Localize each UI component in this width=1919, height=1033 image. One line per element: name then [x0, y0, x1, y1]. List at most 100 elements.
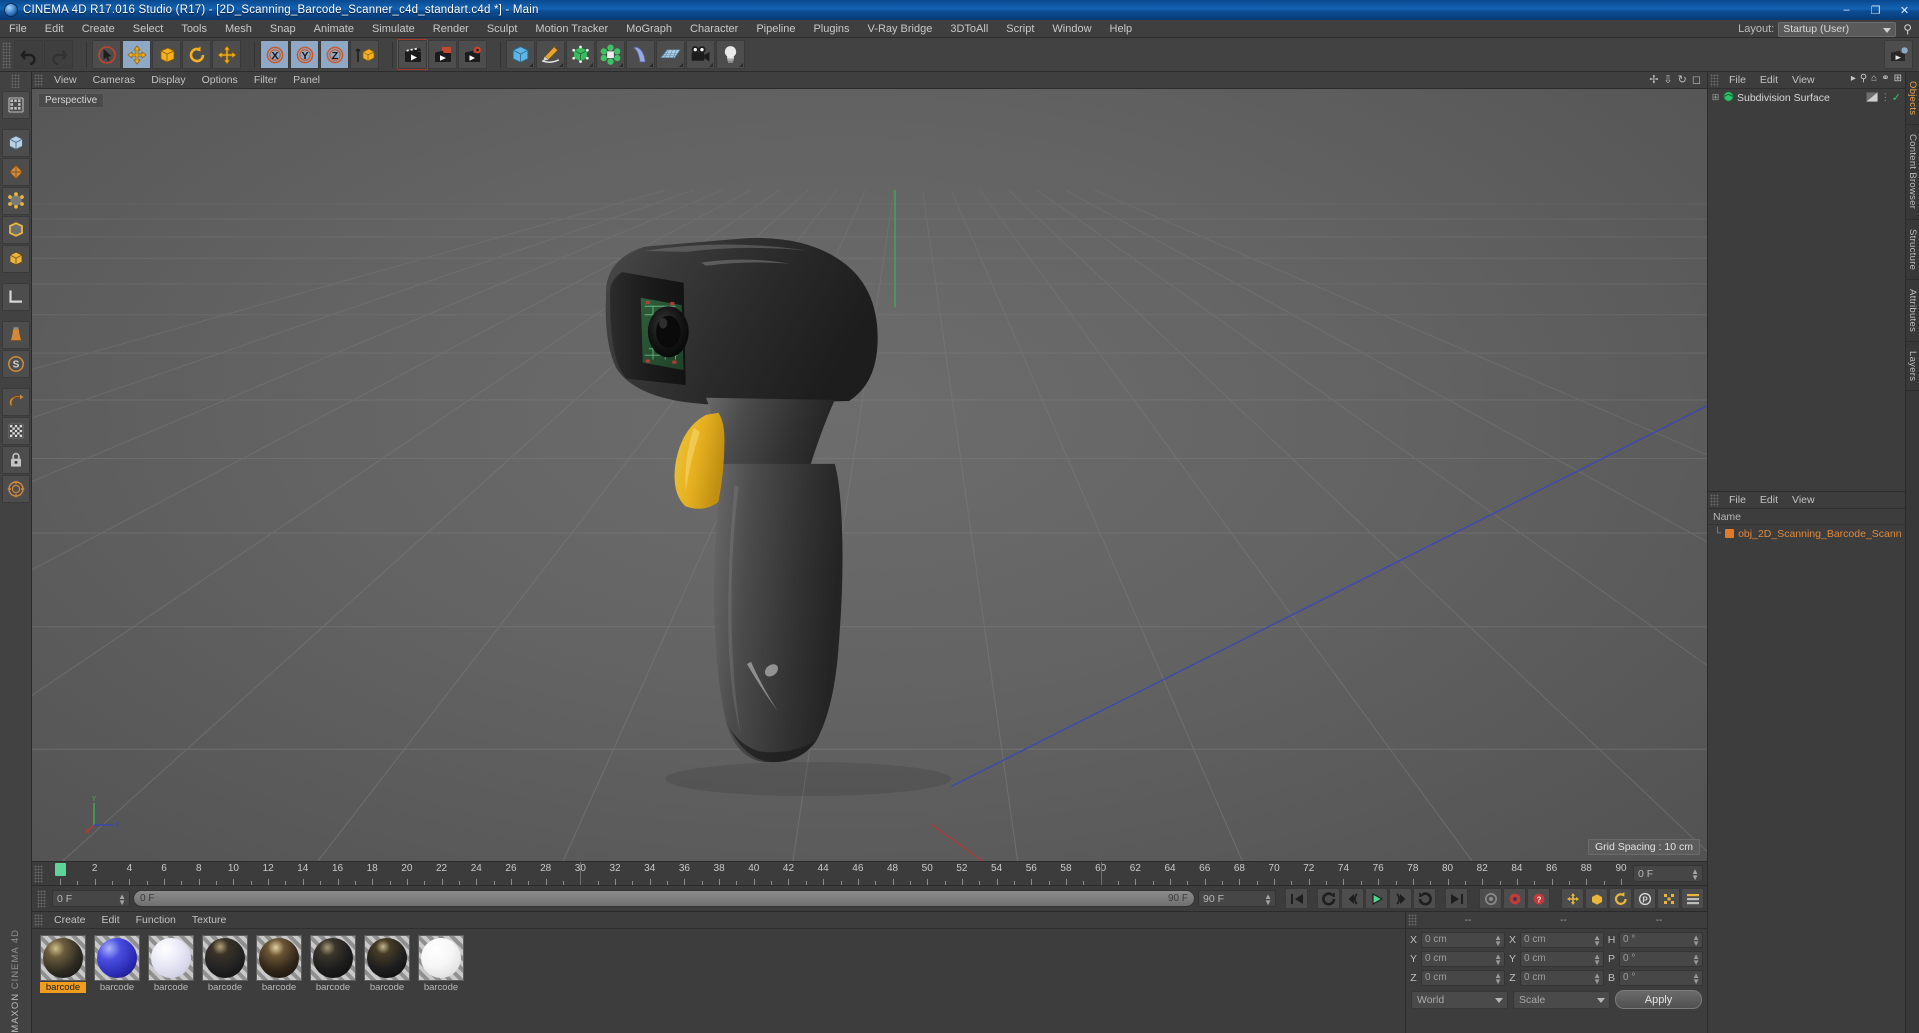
menu-item-edit[interactable]: Edit — [36, 20, 73, 38]
edge-mode-tool[interactable] — [1, 216, 30, 244]
current-frame-field[interactable]: 0 F ▲ ▼ — [52, 890, 130, 907]
attribute-manager-menu-edit[interactable]: Edit — [1753, 492, 1785, 509]
material-item[interactable]: barcode — [148, 935, 194, 993]
keyframe-selection-button[interactable]: ? — [1527, 888, 1550, 909]
maximize-button[interactable]: ❐ — [1861, 0, 1890, 20]
menu-item-select[interactable]: Select — [124, 20, 173, 38]
viewport-menu-view[interactable]: View — [46, 72, 85, 89]
position-x-field[interactable]: 0 cm ▲ ▼ — [1421, 931, 1505, 948]
coordinate-space-dropdown[interactable]: World — [1411, 990, 1508, 1009]
spinner-icon[interactable]: ▲ ▼ — [1692, 933, 1700, 947]
position-y-field[interactable]: 0 cm ▲ ▼ — [1421, 950, 1505, 967]
home-icon[interactable]: ⌂ — [1871, 73, 1877, 84]
rotation-b-field[interactable]: 0 ° ▲ ▼ — [1619, 969, 1703, 986]
attribute-row-object[interactable]: └ obj_2D_Scanning_Barcode_Scann — [1708, 525, 1905, 542]
workplane-align-tool[interactable] — [1, 475, 30, 503]
material-item[interactable]: barcode — [418, 935, 464, 993]
menu-item-mograph[interactable]: MoGraph — [617, 20, 681, 38]
tab-structure[interactable]: Structure — [1906, 220, 1919, 280]
menu-item-help[interactable]: Help — [1101, 20, 1142, 38]
move-axis-tool[interactable] — [212, 40, 241, 69]
play-forward-loop-button[interactable] — [1413, 888, 1436, 909]
material-menu-texture[interactable]: Texture — [184, 912, 234, 929]
spinner-icon[interactable]: ▲ ▼ — [1494, 971, 1502, 985]
next-frame-button[interactable] — [1389, 888, 1412, 909]
timeline-layout-button[interactable] — [1681, 888, 1704, 909]
add-light-object-button[interactable] — [716, 40, 745, 69]
expand-icon[interactable]: ⊞ — [1894, 73, 1902, 84]
autokeying-button[interactable] — [1503, 888, 1526, 909]
viewport-solo-tool[interactable] — [1, 321, 30, 349]
menu-item-pipeline[interactable]: Pipeline — [747, 20, 804, 38]
material-swatch[interactable] — [310, 935, 356, 981]
size-y-field[interactable]: 0 cm ▲ ▼ — [1520, 950, 1604, 967]
spinner-icon[interactable]: ▲ ▼ — [1593, 971, 1601, 985]
dolly-view-icon[interactable]: ⇩ — [1663, 73, 1672, 86]
object-row-subdivision-surface[interactable]: ⊞ Subdivision Surface ⋮ ✓ — [1708, 89, 1905, 106]
undo-button[interactable] — [14, 40, 43, 69]
parameter-key-button[interactable]: P — [1633, 888, 1656, 909]
toolbar-grip[interactable] — [2, 41, 11, 68]
record-active-objects-button[interactable] — [1479, 888, 1502, 909]
size-x-field[interactable]: 0 cm ▲ ▼ — [1520, 931, 1604, 948]
end-frame-field[interactable]: 90 F ▲ ▼ — [1198, 890, 1276, 907]
tab-layers[interactable]: Layers — [1906, 342, 1919, 392]
object-manager-menu-view[interactable]: View — [1785, 72, 1822, 89]
close-button[interactable]: ✕ — [1890, 0, 1919, 20]
redo-button[interactable] — [44, 40, 73, 69]
tab-attributes[interactable]: Attributes — [1906, 280, 1919, 342]
enable-axis-tool[interactable] — [1, 283, 30, 311]
world-object-coordinates-button[interactable] — [350, 40, 379, 69]
point-mode-tool[interactable] — [1, 187, 30, 215]
timeline-grip[interactable] — [34, 865, 43, 883]
more-arrow-icon[interactable]: ▸ — [1851, 73, 1856, 84]
spinner-icon[interactable]: ▲ ▼ — [1494, 933, 1502, 947]
rotation-key-button[interactable] — [1609, 888, 1632, 909]
timeline-frame-field[interactable]: 0 F ▲ ▼ — [1633, 865, 1703, 882]
left-palette-grip[interactable] — [10, 74, 20, 88]
menu-item-tools[interactable]: Tools — [172, 20, 216, 38]
render-view-button[interactable] — [397, 39, 428, 70]
material-item[interactable]: barcode — [310, 935, 356, 993]
attribute-manager-menu-view[interactable]: View — [1785, 492, 1822, 509]
play-backwards-loop-button[interactable] — [1317, 888, 1340, 909]
add-generator-object-button[interactable] — [566, 40, 595, 69]
rotate-tool[interactable] — [182, 40, 211, 69]
viewport-menu-options[interactable]: Options — [194, 72, 246, 89]
object-manager-grip[interactable] — [1710, 73, 1719, 87]
model-mode-tool[interactable] — [1, 129, 30, 157]
tab-objects[interactable]: Objects — [1906, 72, 1919, 126]
menu-item-vray-bridge[interactable]: V-Ray Bridge — [859, 20, 942, 38]
attribute-manager-grip[interactable] — [1710, 493, 1719, 507]
menu-item-render[interactable]: Render — [424, 20, 478, 38]
spinner-icon[interactable]: ▲ ▼ — [1593, 952, 1601, 966]
material-item[interactable]: barcode — [94, 935, 140, 993]
check-icon[interactable]: ✓ — [1892, 91, 1901, 104]
coordinate-mode-dropdown[interactable]: Scale — [1513, 990, 1610, 1009]
scale-tool[interactable] — [152, 40, 181, 69]
preview-range-slider[interactable]: 0 F 90 F — [133, 890, 1195, 907]
add-cube-object-button[interactable] — [506, 40, 535, 69]
position-key-button[interactable] — [1561, 888, 1584, 909]
move-tool[interactable] — [122, 40, 151, 69]
material-item[interactable]: barcode — [40, 935, 86, 993]
material-swatch[interactable] — [94, 935, 140, 981]
viewport-menu-grip[interactable] — [34, 73, 43, 87]
lock-y-axis-button[interactable]: Y — [290, 40, 319, 69]
tab-content-browser[interactable]: Content Browser — [1906, 125, 1919, 220]
lock-x-axis-button[interactable]: X — [260, 40, 289, 69]
material-swatch[interactable] — [202, 935, 248, 981]
material-swatch[interactable] — [40, 935, 86, 981]
menu-item-character[interactable]: Character — [681, 20, 747, 38]
play-forwards-button[interactable] — [1365, 888, 1388, 909]
spinner-icon[interactable]: ▲ ▼ — [1264, 893, 1272, 907]
previous-frame-button[interactable] — [1341, 888, 1364, 909]
menu-item-sculpt[interactable]: Sculpt — [478, 20, 527, 38]
visibility-dots-icon[interactable]: ⋮ — [1881, 92, 1890, 103]
rotation-h-field[interactable]: 0 ° ▲ ▼ — [1619, 931, 1703, 948]
viewport-3d[interactable]: Perspective Y Z X Grid Spacing: 10 cm — [32, 89, 1707, 861]
apply-button[interactable]: Apply — [1615, 990, 1702, 1009]
menu-item-mesh[interactable]: Mesh — [216, 20, 261, 38]
material-menu-grip[interactable] — [34, 913, 43, 927]
material-menu-create[interactable]: Create — [46, 912, 94, 929]
